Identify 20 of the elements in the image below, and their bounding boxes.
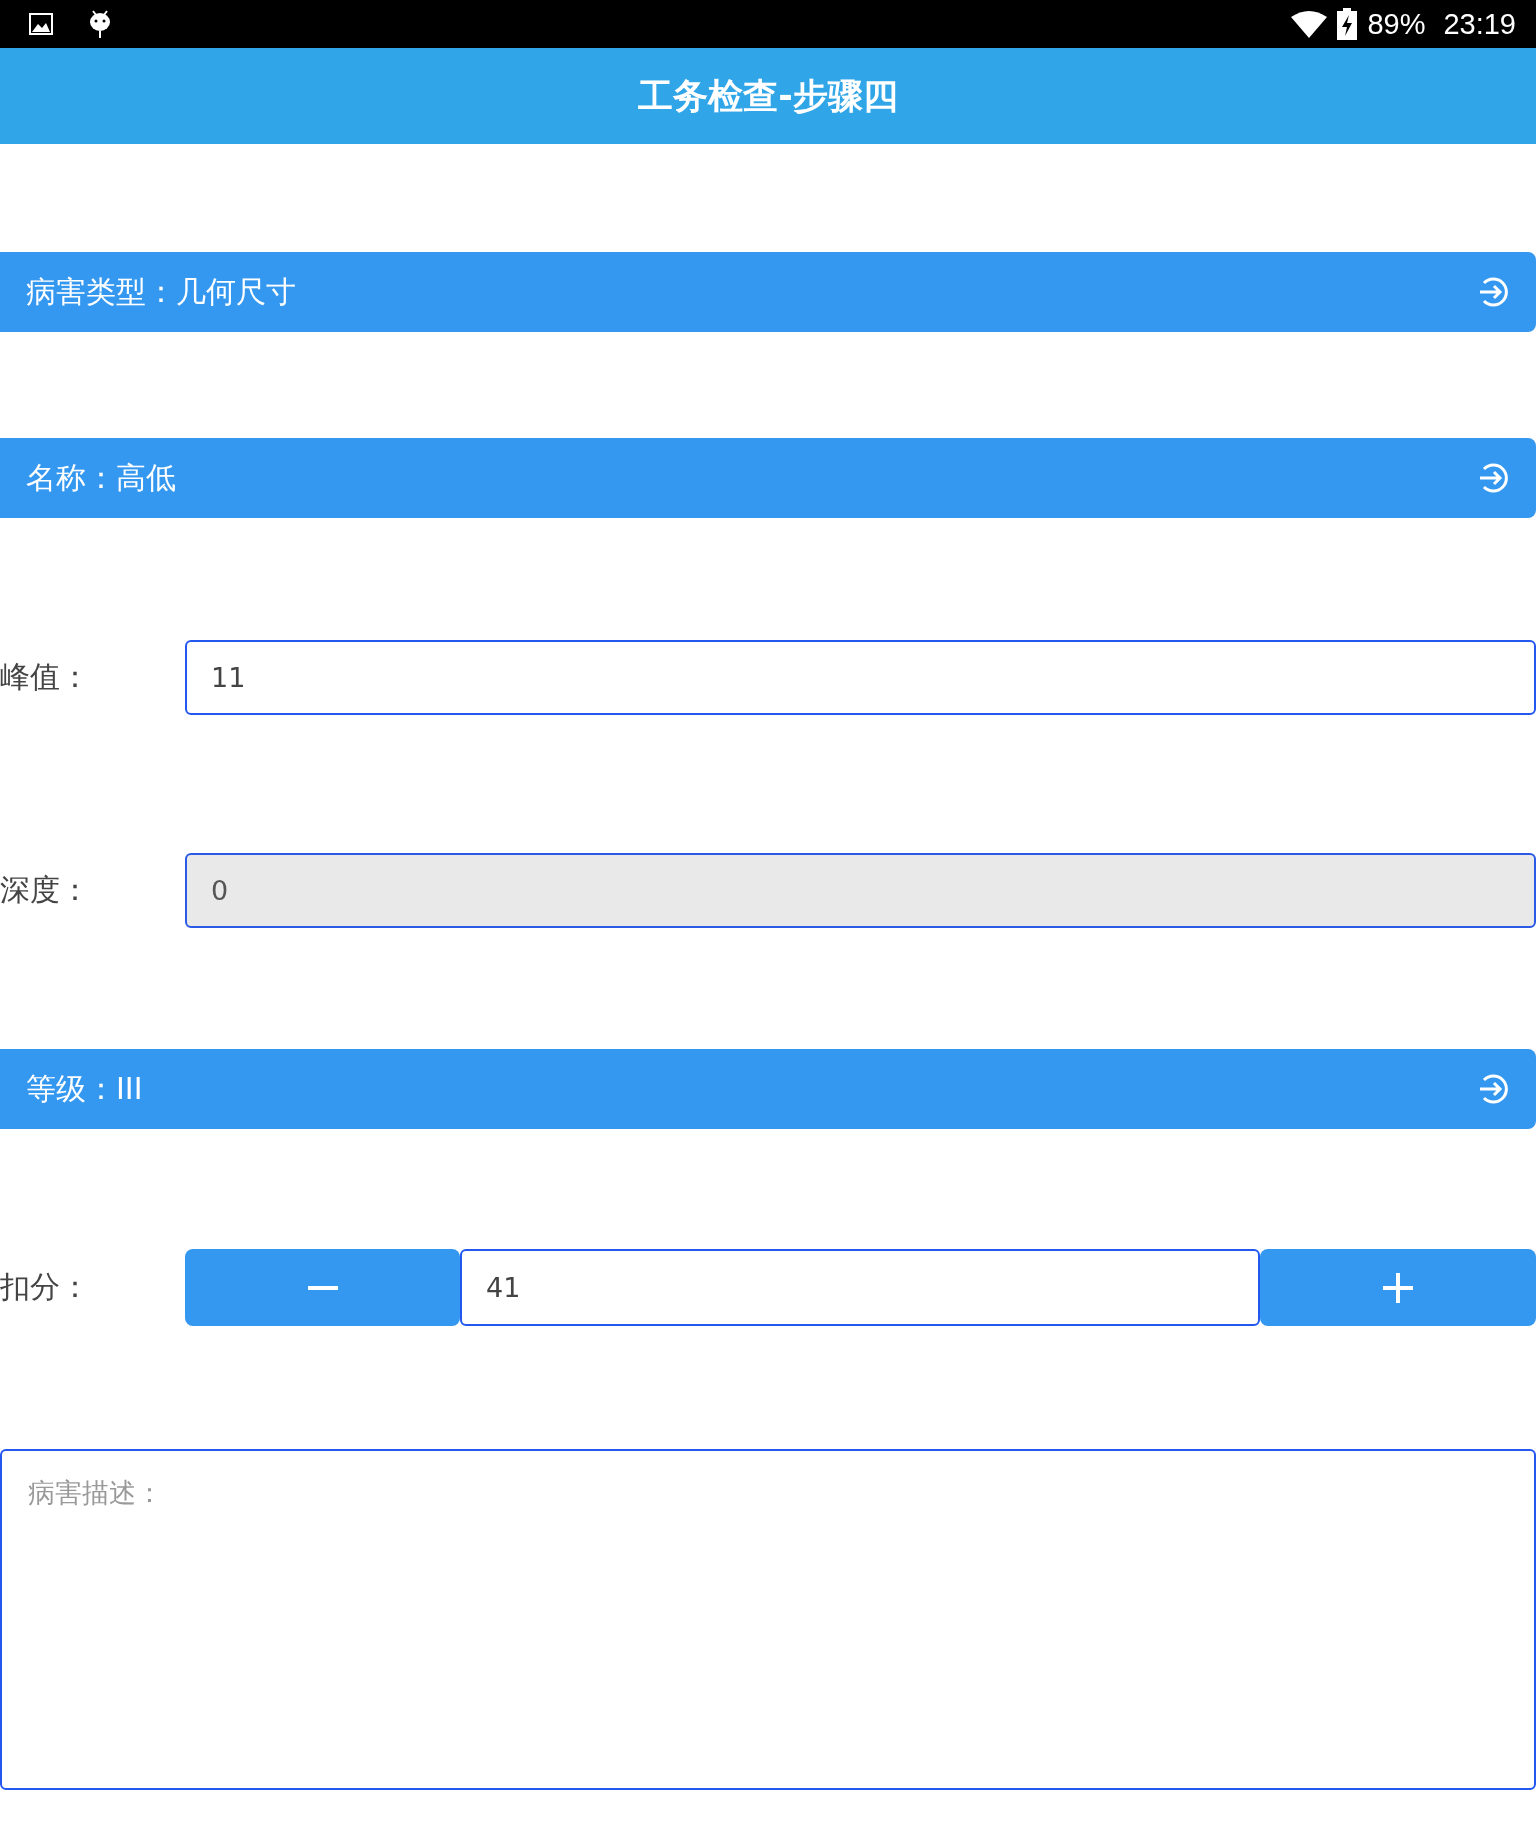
battery-icon — [1337, 8, 1358, 40]
wifi-icon — [1291, 10, 1328, 38]
select-label: 等级：III — [26, 1069, 143, 1108]
page-title: 工务检查-步骤四 — [638, 74, 898, 118]
field-label: 深度： — [0, 871, 91, 909]
input-field[interactable]: 11 — [185, 640, 1536, 715]
field-label: 扣分： — [0, 1268, 91, 1306]
clock: 23:19 — [1443, 7, 1516, 41]
input-field[interactable]: 41 — [460, 1249, 1260, 1326]
android-icon — [88, 9, 112, 39]
plus-icon — [1383, 1272, 1413, 1303]
field-label: 峰值： — [0, 658, 91, 696]
description-field[interactable]: 病害描述： — [0, 1449, 1536, 1790]
battery-level: 89% — [1367, 7, 1426, 41]
select-label: 病害类型：几何尺寸 — [26, 272, 296, 311]
minus-icon — [307, 1285, 338, 1290]
image-icon — [28, 12, 54, 36]
minus-button[interactable] — [185, 1249, 460, 1326]
plus-button[interactable] — [1260, 1249, 1536, 1326]
select-label: 名称：高低 — [26, 458, 176, 497]
